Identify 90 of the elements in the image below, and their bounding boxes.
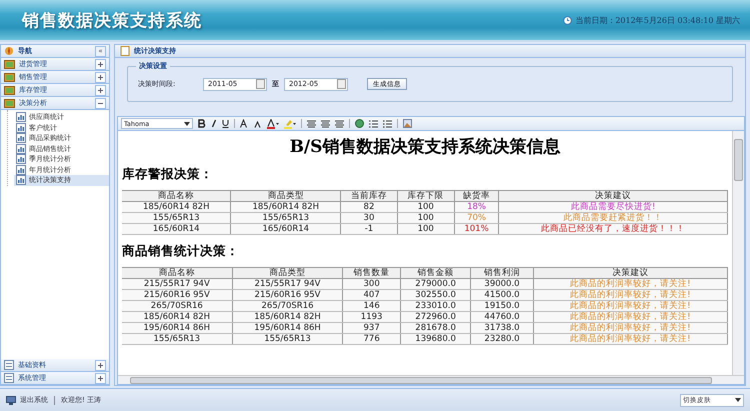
toggle-icon[interactable] [98,362,103,368]
column-header: 决策建议 [498,190,728,202]
monitor-icon [6,396,16,404]
bold-icon[interactable] [198,119,206,128]
app-title: 销售数据决策支持系统 [22,10,202,32]
chart-icon [16,164,26,175]
document-icon [120,46,130,56]
table-cell: 272960.0 [400,312,471,322]
toggle-icon[interactable] [98,88,103,92]
underline-icon[interactable] [222,119,229,128]
chart-icon [16,154,26,164]
column-header: 销售利润 [470,268,534,278]
align-icon[interactable] [321,120,330,128]
bullet-list-icon[interactable] [383,120,392,128]
table-cell: 185/60R14 82H [122,312,232,322]
table-cell: 302550.0 [400,290,471,300]
table-cell: 195/60R14 86H [122,322,232,334]
table-cell: 195/60R14 86H [232,322,343,334]
document-icon [4,373,14,383]
image-icon[interactable] [403,119,412,128]
column-header: 销售金额 [400,268,471,278]
table-cell: 此商品已经没有了，速度进货！！！ [498,224,728,234]
table-cell: 155/65R13 [122,334,232,344]
font-size-icon[interactable] [254,119,262,128]
toggle-icon[interactable] [98,100,103,106]
table-cell: 165/60R14 [230,224,341,234]
column-header: 决策建议 [533,268,728,278]
document-icon [4,360,14,370]
table-cell: 215/55R17 94V [232,278,343,290]
folder-icon [4,98,15,108]
dropdown-icon[interactable] [735,398,741,402]
table-cell: 139680.0 [400,334,471,344]
table-cell: 此商品的利润率较好，请关注! [533,334,728,344]
section-heading: 商品销售统计决策： [122,243,240,260]
current-date: 当前日期：2012年5月26日 03:48:10 星期六 [575,14,740,26]
table-cell: 265/70SR16 [122,300,232,312]
table-cell: 279000.0 [400,278,471,290]
column-header: 商品名称 [122,190,231,202]
toggle-icon[interactable] [98,62,103,66]
chart-icon [16,144,26,154]
table-cell: 233010.0 [400,300,471,312]
folder-icon [4,59,15,69]
table-cell: 此商品的利润率较好，请关注! [533,290,728,300]
table-cell: 此商品的利润率较好，请关注! [533,278,728,290]
toggle-icon[interactable] [98,74,103,80]
table-cell: 155/65R13 [122,212,231,224]
chart-icon [16,112,26,122]
table-cell: 155/65R13 [230,212,341,224]
table-cell: 165/60R14 [122,224,231,234]
column-header: 商品类型 [232,268,343,278]
horizontal-scrollbar[interactable] [118,375,744,384]
align-icon[interactable] [307,120,316,128]
table-cell: 281678.0 [400,322,471,334]
table-cell: 155/65R13 [232,334,343,344]
table-cell: 185/60R14 82H [122,202,231,212]
column-header: 当前库存 [340,190,398,202]
table-cell: 此商品的利润率较好，请关注! [533,322,728,334]
chart-icon [16,175,26,186]
table-cell: 185/60R14 82H [230,202,341,212]
column-header: 商品类型 [230,190,341,202]
table-cell: 215/60R16 95V [232,290,343,300]
table-cell: 265/70SR16 [232,300,343,312]
table-cell: 此商品需要赶紧进货！！ [498,212,728,224]
vertical-scrollbar[interactable] [732,131,744,376]
document-heading: B/S销售数据决策支持系统决策信息 [288,136,562,158]
text-color-icon[interactable] [267,118,279,128]
folder-icon [4,85,15,95]
table-cell: 215/60R16 95V [122,290,232,300]
chart-icon [16,133,26,144]
italic-icon[interactable] [211,119,217,128]
font-size-icon[interactable] [240,119,249,128]
column-header: 缺货率 [454,190,499,202]
clock-icon [563,16,572,24]
table-cell: 此商品需要尽快进货! [498,202,728,212]
table-cell: 此商品的利润率较好，请关注! [533,300,728,312]
column-header: 销售数量 [342,268,400,278]
toggle-icon[interactable] [98,376,103,380]
dropdown-icon[interactable] [184,122,190,126]
align-icon[interactable] [335,120,344,128]
folder-icon [4,72,15,82]
compass-icon [4,46,14,56]
chart-icon [16,122,26,133]
column-header: 库存下限 [397,190,454,202]
table-cell: 185/60R14 82H [232,312,343,322]
column-header: 商品名称 [122,268,232,278]
numbered-list-icon[interactable] [369,120,378,128]
table-cell: 215/55R17 94V [122,278,232,290]
highlight-icon[interactable] [284,118,296,128]
section-heading: 库存警报决策： [122,166,214,183]
table-cell: 此商品的利润率较好，请关注! [533,312,728,322]
